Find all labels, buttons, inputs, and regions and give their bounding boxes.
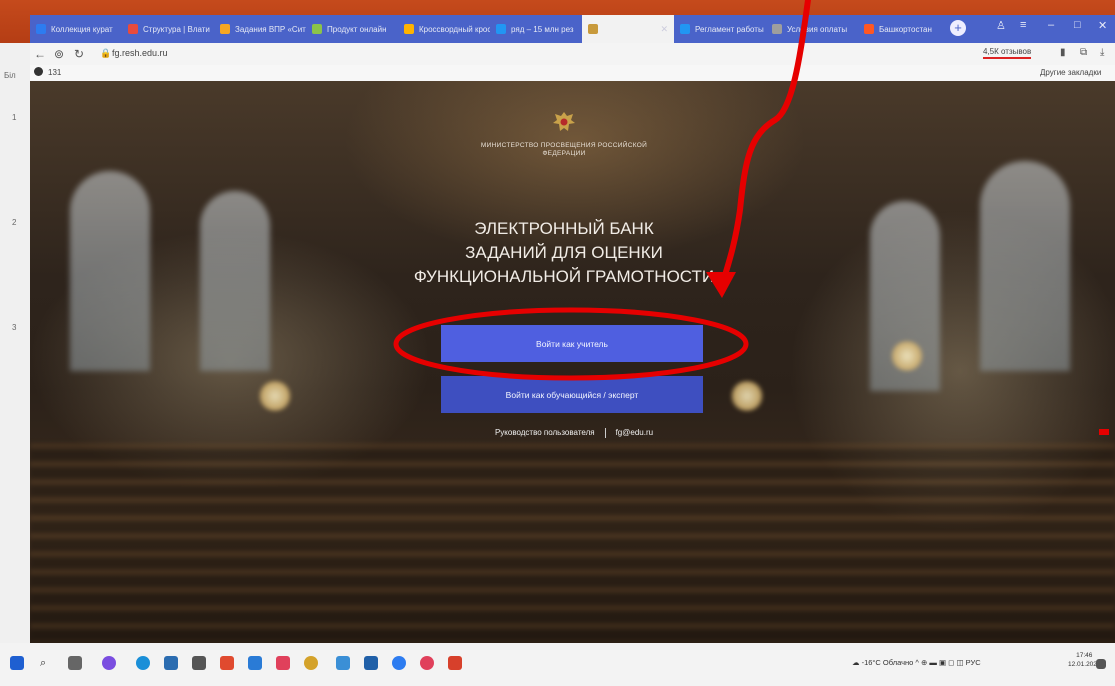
app-icon[interactable] <box>392 656 406 670</box>
annotation-circle <box>393 307 749 381</box>
taskbar: ⌕ ☁ -16°C Облачно ^ ⊕ ▬ ▣ ◻ ◫ РУС 17:46 … <box>0 643 1115 686</box>
yandex-icon[interactable] <box>304 656 318 670</box>
weather-label: ☁ -16°C Облачно ^ ⊕ ▬ ▣ ◻ ◫ РУС <box>852 658 981 667</box>
notification-icon[interactable] <box>1096 659 1106 669</box>
app-icon[interactable] <box>276 656 290 670</box>
store-icon[interactable] <box>164 656 178 670</box>
start-icon[interactable] <box>10 656 24 670</box>
app-icon[interactable] <box>220 656 234 670</box>
app-icon[interactable] <box>448 656 462 670</box>
annotation-arrow <box>719 0 811 288</box>
app-icon[interactable] <box>102 656 116 670</box>
task-view-icon[interactable] <box>68 656 82 670</box>
edge-icon[interactable] <box>136 656 150 670</box>
app-icon[interactable] <box>248 656 262 670</box>
app-icon[interactable] <box>364 656 378 670</box>
cloud-icon: ☁ <box>852 658 860 667</box>
annotation-overlay <box>393 0 1109 435</box>
app-icon[interactable] <box>336 656 350 670</box>
app-icon[interactable] <box>192 656 206 670</box>
annotation-arrowhead <box>706 272 736 298</box>
annotation-mark <box>1099 429 1109 435</box>
search-icon[interactable]: ⌕ <box>40 656 54 670</box>
app-icon[interactable] <box>420 656 434 670</box>
language-indicator[interactable]: РУС <box>966 658 981 667</box>
